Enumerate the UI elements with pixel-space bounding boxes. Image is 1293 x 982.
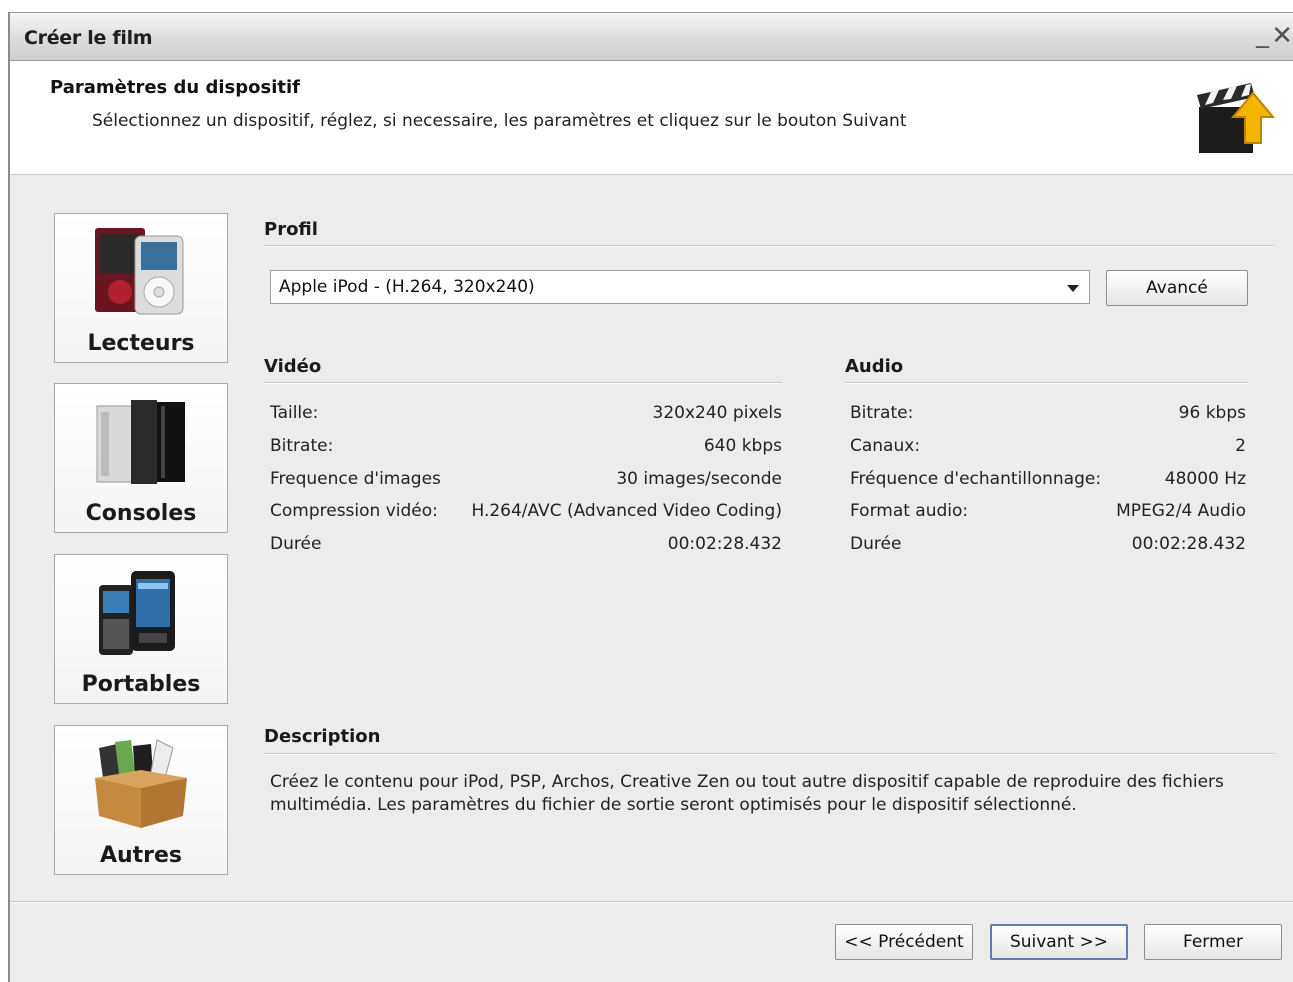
video-prop-value: 00:02:28.432	[667, 534, 782, 554]
category-button-autres[interactable]: Autres	[54, 725, 228, 875]
profile-divider	[264, 245, 1274, 247]
close-button[interactable]: Fermer	[1144, 924, 1282, 960]
audio-divider	[845, 382, 1248, 384]
video-prop-label: Durée	[270, 534, 322, 554]
video-prop-value: 320x240 pixels	[652, 403, 782, 423]
category-button-consoles[interactable]: Consoles	[54, 383, 228, 533]
clapperboard-arrow-icon	[1197, 83, 1276, 153]
window-title: Créer le film	[24, 27, 153, 49]
video-prop-label: Bitrate:	[270, 436, 334, 456]
category-label: Autres	[99, 843, 183, 868]
profile-dropdown[interactable]: Apple iPod - (H.264, 320x240)	[270, 270, 1090, 304]
video-prop-label: Frequence d'images	[270, 469, 441, 489]
video-prop-label: Taille:	[270, 403, 319, 423]
chevron-down-icon[interactable]	[1067, 285, 1079, 292]
audio-prop-value: 00:02:28.432	[1131, 534, 1246, 554]
mobile-phones-icon	[99, 571, 175, 655]
description-heading: Description	[264, 726, 381, 747]
audio-prop-label: Durée	[850, 534, 902, 554]
category-label: Portables	[81, 672, 201, 697]
close-icon[interactable]: ✕	[1271, 21, 1293, 51]
footer-divider	[10, 901, 1293, 903]
audio-prop-label: Bitrate:	[850, 403, 914, 423]
audio-prop-label: Fréquence d'echantillonnage:	[850, 469, 1102, 489]
category-button-lecteurs[interactable]: Lecteurs	[54, 213, 228, 363]
audio-prop-value: MPEG2/4 Audio	[1116, 501, 1246, 521]
audio-prop-value: 96 kbps	[1178, 403, 1246, 423]
video-heading: Vidéo	[264, 356, 322, 377]
profile-selected-value: Apple iPod - (H.264, 320x240)	[279, 277, 535, 297]
header-subtitle: Sélectionnez un dispositif, réglez, si n…	[92, 111, 907, 131]
box-devices-icon	[95, 739, 187, 828]
description-text: Créez le contenu pour iPod, PSP, Archos,…	[270, 772, 1224, 815]
next-button[interactable]: Suivant >>	[990, 924, 1128, 960]
audio-heading: Audio	[845, 356, 904, 377]
audio-prop-value: 48000 Hz	[1164, 469, 1246, 489]
video-prop-label: Compression vidéo:	[270, 501, 438, 521]
video-divider	[264, 382, 782, 384]
description-divider	[264, 753, 1274, 755]
advanced-button[interactable]: Avancé	[1106, 270, 1248, 306]
video-prop-value: 640 kbps	[703, 436, 782, 456]
category-button-portables[interactable]: Portables	[54, 554, 228, 704]
audio-prop-value: 2	[1235, 436, 1246, 456]
header-title: Paramètres du dispositif	[50, 77, 300, 98]
create-movie-dialog: Créer le film _ ✕ Paramètres du disposit…	[8, 12, 1293, 982]
previous-button[interactable]: << Précédent	[835, 924, 973, 960]
category-label: Consoles	[85, 501, 197, 526]
game-consoles-icon	[96, 400, 185, 484]
video-prop-value: H.264/AVC (Advanced Video Coding)	[471, 501, 782, 521]
title-bar: Créer le film _ ✕	[10, 13, 1293, 61]
category-label: Lecteurs	[87, 331, 195, 356]
dialog-header: Paramètres du dispositif Sélectionnez un…	[10, 61, 1293, 175]
audio-prop-label: Canaux:	[850, 436, 921, 456]
audio-prop-label: Format audio:	[850, 501, 969, 521]
media-players-icon	[95, 228, 184, 315]
minimize-icon[interactable]: _	[1256, 19, 1269, 49]
profile-heading: Profil	[264, 219, 318, 240]
video-prop-value: 30 images/seconde	[616, 469, 782, 489]
